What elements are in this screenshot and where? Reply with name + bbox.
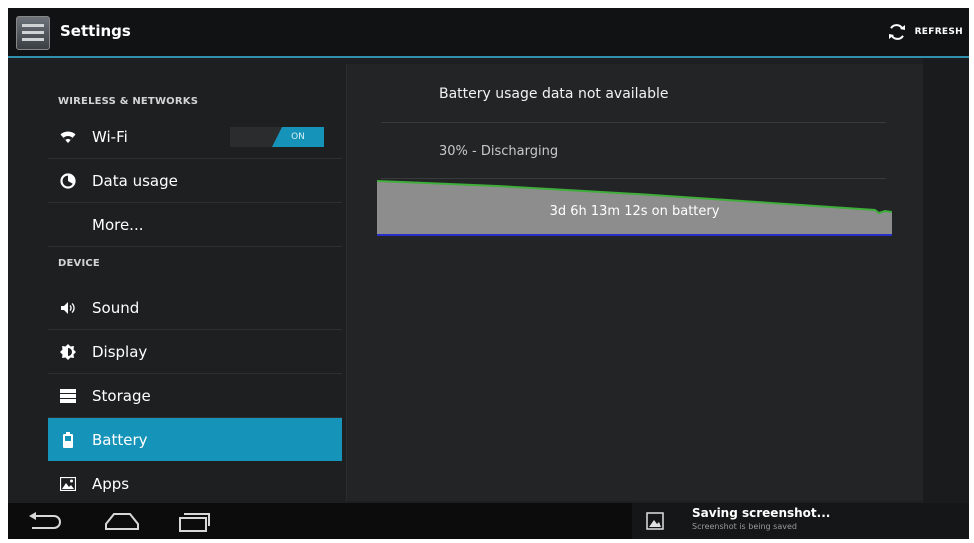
brightness-icon [60,343,76,360]
app-title: Settings [60,22,131,40]
battery-icon [60,431,76,448]
apps-icon [60,476,76,492]
settings-app-icon[interactable] [16,16,50,50]
sidebar-item-label: Data usage [92,171,178,190]
battery-history-graph[interactable]: 3d 6h 13m 12s on battery [376,180,893,240]
image-icon [646,512,664,530]
sidebar-item-sound[interactable]: Sound [48,286,342,330]
sidebar-item-label: Display [92,342,148,361]
sidebar-item-label: Apps [92,474,130,493]
sidebar-item-battery[interactable]: Battery [48,418,342,461]
battery-status[interactable]: 30% - Discharging [439,144,558,159]
sidebar-item-storage[interactable]: Storage [48,374,342,418]
device-screen: Settings REFRESH WIRELESS & NETWORKS Wi-… [8,8,969,539]
sidebar-item-apps[interactable]: Apps [48,462,342,505]
toggle-on-label: ON [272,127,324,147]
screenshot-notification[interactable]: Saving screenshot... Screenshot is being… [632,503,969,539]
refresh-button[interactable]: REFRESH [887,18,963,46]
sidebar-item-label: Battery [92,430,148,449]
sidebar-item-label: More... [92,215,144,234]
usage-message: Battery usage data not available [439,86,669,102]
divider [381,122,886,123]
sidebar-item-label: Storage [92,386,151,405]
notification-subtitle: Screenshot is being saved [692,522,797,531]
back-icon[interactable] [28,512,62,530]
battery-detail-pane: Battery usage data not available 30% - D… [346,64,924,501]
settings-sidebar: WIRELESS & NETWORKS Wi-Fi ON Data usage … [48,58,346,503]
divider [381,178,886,179]
action-bar: Settings REFRESH [8,8,969,58]
sidebar-item-wifi[interactable]: Wi-Fi ON [48,115,342,159]
navigation-bar: Saving screenshot... Screenshot is being… [8,503,969,539]
section-header-wireless: WIRELESS & NETWORKS [58,96,199,107]
recent-apps-icon[interactable] [178,509,210,533]
graph-label: 3d 6h 13m 12s on battery [549,204,720,219]
sidebar-item-data-usage[interactable]: Data usage [48,159,342,203]
speaker-icon [60,300,76,316]
storage-icon [60,388,76,404]
notification-title: Saving screenshot... [692,506,831,520]
wifi-toggle[interactable]: ON [230,127,324,147]
sidebar-item-label: Wi-Fi [92,127,128,146]
section-header-device: DEVICE [58,258,100,269]
data-usage-icon [60,172,76,189]
right-margin [923,58,969,503]
refresh-label: REFRESH [914,27,963,37]
sidebar-item-more[interactable]: More... [48,203,342,247]
sidebar-item-label: Sound [92,298,140,317]
wifi-icon [60,129,76,145]
refresh-icon [888,24,905,40]
home-icon[interactable] [104,511,140,531]
sidebar-item-display[interactable]: Display [48,330,342,374]
